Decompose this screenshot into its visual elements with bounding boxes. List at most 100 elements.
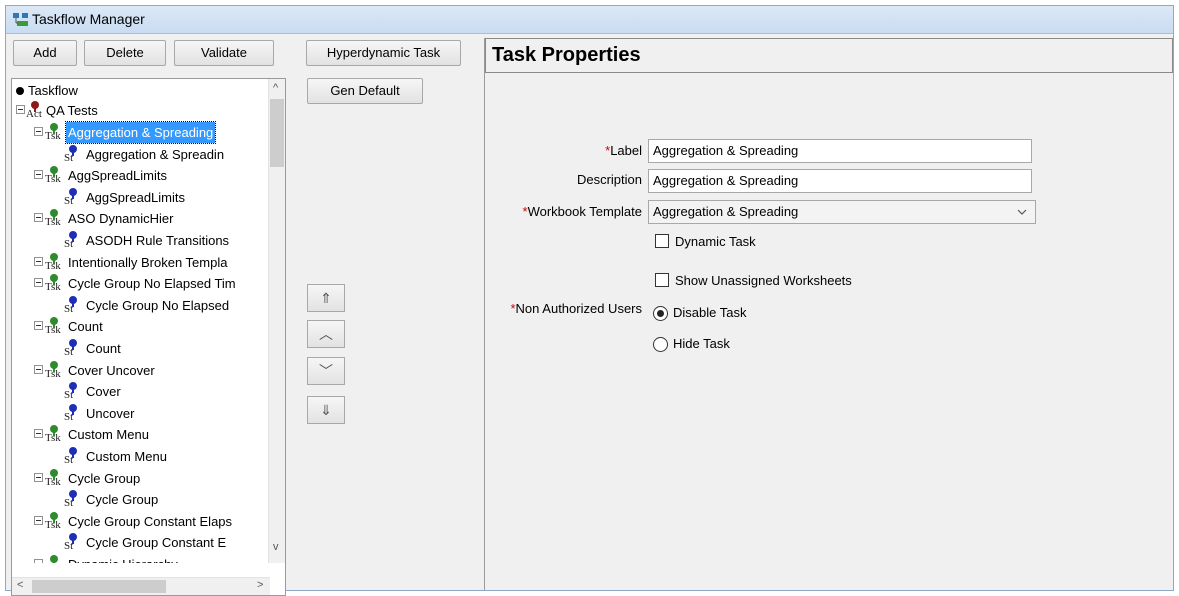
step-label: AggSpreadLimits (86, 190, 185, 205)
task-icon: Tsk (45, 425, 65, 445)
chevron-up-icon: ︿ (319, 326, 333, 342)
bullet-icon (16, 87, 24, 95)
scroll-down-icon[interactable]: v (273, 541, 279, 553)
workbook-template-select[interactable]: Aggregation & Spreading (648, 200, 1036, 224)
step-icon: St (64, 490, 84, 510)
template-selected-value: Aggregation & Spreading (653, 204, 799, 219)
taskflow-tree[interactable]: Taskflow Act QA Tests Tsk Aggregation & S… (11, 78, 286, 596)
collapse-icon[interactable] (16, 105, 25, 114)
step-label: Uncover (86, 406, 135, 421)
scroll-up-icon[interactable]: ^ (273, 82, 278, 94)
collapse-icon[interactable] (34, 516, 43, 525)
collapse-icon[interactable] (34, 473, 43, 482)
description-field-label: Description (576, 172, 642, 187)
task-icon: Tsk (45, 512, 65, 532)
task-label: Dynamic Hierarchy (66, 554, 180, 563)
hyperdynamic-task-button[interactable]: Hyperdynamic Task (306, 40, 461, 66)
panel-title: Task Properties (485, 38, 1173, 73)
dynamic-task-label: Dynamic Task (675, 234, 756, 249)
collapse-icon[interactable] (34, 278, 43, 287)
task-label: Cycle Group Constant Elaps (68, 514, 233, 529)
task-icon: Tsk (45, 555, 65, 563)
step-label: Cycle Group No Elapsed (86, 298, 230, 313)
show-unassigned-label: Show Unassigned Worksheets (675, 273, 852, 288)
collapse-icon[interactable] (34, 170, 43, 179)
move-up-button[interactable]: ︿ (307, 320, 345, 348)
step-label: Custom Menu (86, 449, 167, 464)
step-label: Cycle Group (86, 492, 159, 507)
scroll-left-icon[interactable]: < (17, 579, 23, 591)
task-label: AggSpreadLimits (68, 168, 167, 183)
task-icon: Tsk (45, 361, 65, 381)
gen-default-button[interactable]: Gen Default (307, 78, 423, 104)
activity-icon: Act (26, 101, 46, 121)
disable-task-radio[interactable] (653, 306, 668, 321)
task-label: Cycle Group (68, 471, 141, 486)
task-label: ASO DynamicHier (68, 211, 174, 226)
double-chevron-up-icon: ⇑ (320, 290, 332, 306)
move-down-button[interactable]: ﹀ (307, 357, 345, 385)
show-unassigned-checkbox[interactable] (655, 273, 669, 287)
taskflow-app-icon (13, 13, 28, 26)
task-icon: Tsk (45, 253, 65, 273)
chevron-down-icon (1017, 209, 1027, 215)
hide-task-label: Hide Task (673, 336, 730, 351)
label-field-label: *Label (605, 143, 642, 158)
validate-button[interactable]: Validate (174, 40, 274, 66)
task-icon: Tsk (45, 469, 65, 489)
collapse-icon[interactable] (34, 257, 43, 266)
tree-content: Taskflow Act QA Tests Tsk Aggregation & S… (12, 79, 270, 563)
step-icon: St (64, 404, 84, 424)
template-field-label: *Workbook Template (522, 204, 642, 219)
collapse-icon[interactable] (34, 213, 43, 222)
collapse-icon[interactable] (34, 365, 43, 374)
collapse-icon[interactable] (34, 559, 43, 563)
step-icon: St (64, 231, 84, 251)
step-icon: St (64, 188, 84, 208)
step-icon: St (64, 382, 84, 402)
task-icon: Tsk (45, 274, 65, 294)
task-label: Custom Menu (68, 427, 149, 442)
non-auth-users-label: *Non Authorized Users (510, 301, 642, 316)
task-icon: Tsk (45, 209, 65, 229)
collapse-icon[interactable] (34, 429, 43, 438)
move-top-button[interactable]: ⇑ (307, 284, 345, 312)
chevron-down-icon: ﹀ (319, 363, 333, 379)
task-icon: Tsk (45, 123, 65, 143)
collapse-icon[interactable] (34, 127, 43, 136)
add-button[interactable]: Add (13, 40, 77, 66)
step-label: Cover (86, 384, 121, 399)
step-icon: St (64, 145, 84, 165)
label-input[interactable]: Aggregation & Spreading (648, 139, 1032, 163)
task-label: Cycle Group No Elapsed Tim (68, 276, 236, 291)
scroll-right-icon[interactable]: > (257, 579, 263, 591)
task-icon: Tsk (45, 317, 65, 337)
task-label: Cover Uncover (68, 363, 155, 378)
step-label: Count (86, 341, 121, 356)
step-icon: St (64, 533, 84, 553)
task-label: Count (68, 319, 103, 334)
dynamic-task-checkbox[interactable] (655, 234, 669, 248)
task-label: Aggregation & Spreading (64, 121, 217, 144)
delete-button[interactable]: Delete (84, 40, 166, 66)
step-label: Aggregation & Spreadin (86, 147, 225, 162)
tree-vertical-scrollbar[interactable]: ^ v (268, 79, 285, 563)
step-icon: St (64, 447, 84, 467)
move-bottom-button[interactable]: ⇓ (307, 396, 345, 424)
disable-task-label: Disable Task (673, 305, 747, 320)
title-bar: Taskflow Manager (6, 6, 1173, 34)
hide-task-radio[interactable] (653, 337, 668, 352)
step-icon: St (64, 296, 84, 316)
tree-root-label: Taskflow (28, 83, 78, 98)
tree-activity-label: QA Tests (46, 103, 98, 118)
window-title: Taskflow Manager (32, 11, 145, 27)
double-chevron-down-icon: ⇓ (320, 402, 332, 418)
step-icon: St (64, 339, 84, 359)
hscroll-thumb[interactable] (32, 580, 166, 593)
collapse-icon[interactable] (34, 321, 43, 330)
task-properties-panel: Task Properties *Label Aggregation & Spr… (484, 38, 1173, 590)
scroll-thumb[interactable] (270, 99, 284, 167)
step-label: ASODH Rule Transitions (86, 233, 230, 248)
tree-horizontal-scrollbar[interactable]: < > (12, 577, 270, 595)
description-input[interactable]: Aggregation & Spreading (648, 169, 1032, 193)
